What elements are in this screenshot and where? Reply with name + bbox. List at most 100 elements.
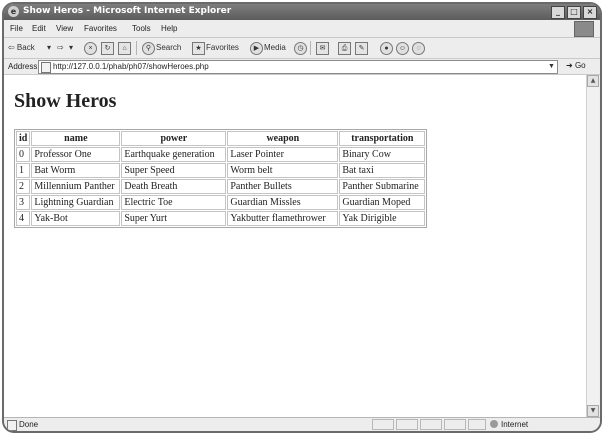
menu-edit[interactable]: Edit — [32, 24, 46, 33]
toolbar-separator — [136, 41, 137, 55]
close-button[interactable]: × — [583, 6, 597, 19]
cell-weapon: Guardian Missles — [227, 195, 339, 210]
research-icon[interactable]: ◌ — [412, 42, 425, 55]
edit-icon[interactable]: ✎ — [355, 42, 368, 55]
menu-bar: File Edit View Favorites Tools Help — [4, 20, 600, 38]
cell-id: 4 — [16, 211, 31, 226]
cell-name: Millennium Panther — [31, 179, 121, 194]
table-header-row: id name power weapon transportation — [16, 131, 426, 146]
zone-label: Internet — [501, 420, 529, 429]
menu-file[interactable]: File — [10, 24, 23, 33]
search-icon[interactable]: ⚲ — [142, 42, 155, 55]
toolbar-separator — [310, 41, 311, 55]
mail-icon[interactable]: ✉ — [316, 42, 329, 55]
windows-logo-icon — [574, 21, 594, 37]
go-arrow-icon: ➜ — [566, 61, 573, 70]
cell-transportation: Panther Submarine — [339, 179, 426, 194]
discuss-icon[interactable]: ● — [380, 42, 393, 55]
status-pane — [444, 419, 466, 430]
cell-id: 1 — [16, 163, 31, 178]
table-row: 3 Lightning Guardian Electric Toe Guardi… — [16, 195, 426, 210]
favorites-button[interactable]: Favorites — [206, 43, 239, 52]
cell-name: Lightning Guardian — [31, 195, 121, 210]
cell-power: Electric Toe — [121, 195, 227, 210]
vertical-scrollbar[interactable]: ▲ ▼ — [586, 75, 599, 417]
security-zone: Internet — [490, 420, 528, 429]
address-dropdown-icon[interactable]: ▼ — [547, 62, 556, 71]
header-id: id — [16, 131, 31, 146]
address-bar: Address http://127.0.0.1/phab/ph07/showH… — [4, 59, 600, 75]
cell-weapon: Laser Pointer — [227, 147, 339, 162]
header-transportation: transportation — [339, 131, 426, 146]
cell-power: Super Yurt — [121, 211, 227, 226]
cell-power: Super Speed — [121, 163, 227, 178]
status-pane — [468, 419, 486, 430]
media-button[interactable]: Media — [264, 43, 286, 52]
status-pane — [396, 419, 418, 430]
address-label: Address — [8, 62, 38, 71]
header-power: power — [121, 131, 227, 146]
cell-power: Death Breath — [121, 179, 227, 194]
window-title: Show Heros - Microsoft Internet Explorer — [23, 6, 232, 16]
cell-id: 0 — [16, 147, 31, 162]
forward-dropdown-icon[interactable]: ▾ — [69, 43, 73, 52]
page-title: Show Heros — [14, 90, 117, 112]
media-icon[interactable]: ▶ — [250, 42, 263, 55]
cell-name: Yak-Bot — [31, 211, 121, 226]
title-bar: e Show Heros - Microsoft Internet Explor… — [4, 4, 600, 20]
status-bar: Done Internet — [4, 417, 600, 431]
status-pane — [372, 419, 394, 430]
page-icon — [7, 420, 17, 431]
cell-transportation: Binary Cow — [339, 147, 426, 162]
cell-weapon: Worm belt — [227, 163, 339, 178]
cell-id: 3 — [16, 195, 31, 210]
back-dropdown-icon[interactable]: ▾ — [47, 43, 51, 52]
menu-help[interactable]: Help — [161, 24, 177, 33]
heroes-table: id name power weapon transportation 0 Pr… — [14, 129, 428, 228]
cell-transportation: Yak Dirigible — [339, 211, 426, 226]
table-row: 2 Millennium Panther Death Breath Panthe… — [16, 179, 426, 194]
stop-icon[interactable]: × — [84, 42, 97, 55]
favorites-icon[interactable]: ★ — [192, 42, 205, 55]
back-button[interactable]: ⇦ Back — [8, 43, 35, 52]
cell-transportation: Bat taxi — [339, 163, 426, 178]
cell-name: Bat Worm — [31, 163, 121, 178]
cell-name: Professor One — [31, 147, 121, 162]
ie-logo-icon: e — [8, 6, 19, 17]
cell-power: Earthquake generation — [121, 147, 227, 162]
history-icon[interactable]: ◷ — [294, 42, 307, 55]
address-input[interactable]: http://127.0.0.1/phab/ph07/showHeroes.ph… — [38, 60, 558, 74]
forward-button[interactable]: ⇨ — [57, 43, 64, 52]
header-name: name — [31, 131, 121, 146]
status-pane — [420, 419, 442, 430]
cell-weapon: Yakbutter flamethrower — [227, 211, 339, 226]
cell-weapon: Panther Bullets — [227, 179, 339, 194]
scroll-down-icon[interactable]: ▼ — [587, 405, 599, 417]
page-content: Show Heros id name power weapon transpor… — [4, 75, 586, 417]
messenger-icon[interactable]: ☺ — [396, 42, 409, 55]
window-controls: _ □ × — [551, 6, 597, 19]
menu-tools[interactable]: Tools — [132, 24, 151, 33]
status-text: Done — [19, 420, 39, 429]
refresh-icon[interactable]: ↻ — [101, 42, 114, 55]
search-button[interactable]: Search — [156, 43, 181, 52]
home-icon[interactable]: ⌂ — [118, 42, 131, 55]
go-button[interactable]: ➜ Go — [566, 61, 586, 70]
browser-window: e Show Heros - Microsoft Internet Explor… — [2, 2, 602, 433]
address-url[interactable]: http://127.0.0.1/phab/ph07/showHeroes.ph… — [53, 62, 209, 71]
cell-transportation: Guardian Moped — [339, 195, 426, 210]
page-icon — [41, 62, 51, 73]
menu-favorites[interactable]: Favorites — [84, 24, 117, 33]
globe-icon — [490, 420, 498, 428]
scroll-up-icon[interactable]: ▲ — [587, 75, 599, 87]
go-label: Go — [574, 61, 586, 70]
table-row: 0 Professor One Earthquake generation La… — [16, 147, 426, 162]
maximize-button[interactable]: □ — [567, 6, 581, 19]
minimize-button[interactable]: _ — [551, 6, 565, 19]
menu-view[interactable]: View — [56, 24, 73, 33]
print-icon[interactable]: ⎙ — [338, 42, 351, 55]
header-weapon: weapon — [227, 131, 339, 146]
toolbar: ⇦ Back ▾ ⇨ ▾ × ↻ ⌂ ⚲ Search ★ Favorites … — [4, 38, 600, 59]
table-row: 4 Yak-Bot Super Yurt Yakbutter flamethro… — [16, 211, 426, 226]
table-row: 1 Bat Worm Super Speed Worm belt Bat tax… — [16, 163, 426, 178]
